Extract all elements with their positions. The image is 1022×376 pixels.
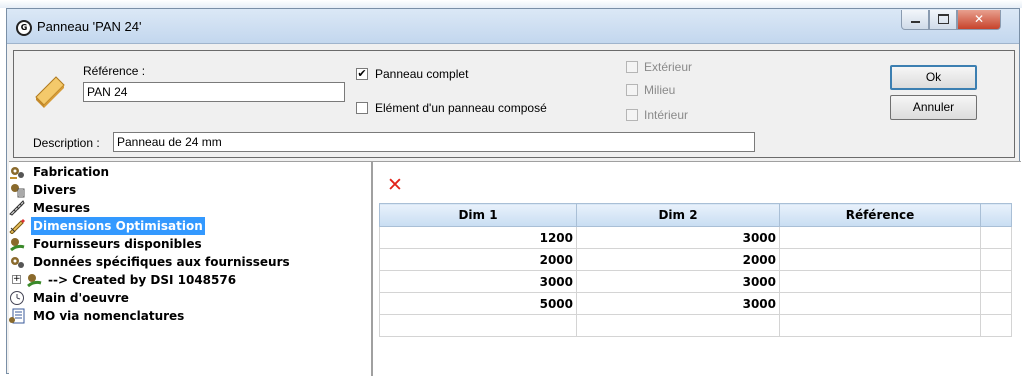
gears-icon [10,167,24,179]
tree-item-dimensions-optimisation[interactable]: Dimensions Optimisation [9,217,369,235]
exterieur-label: Extérieur [644,60,693,74]
tree-item-fabrication[interactable]: Fabrication [9,163,369,181]
cell-dim1[interactable]: 3000 [379,270,577,293]
cell-dim2[interactable]: 2000 [576,248,780,271]
app-icon: G [16,20,32,36]
column-header-dim1[interactable]: Dim 1 [379,203,577,227]
tree-item-label: Données spécifiques aux fournisseurs [33,255,290,269]
window-title: Panneau 'PAN 24' [37,19,142,34]
exterieur-checkbox[interactable] [626,61,638,73]
tree-item-label: Fournisseurs disponibles [33,237,202,251]
cell-reference[interactable] [779,248,981,271]
ruler-icon [9,200,25,216]
cell-dim1[interactable]: 1200 [379,226,577,249]
column-header-dim2[interactable]: Dim 2 [576,203,780,227]
minimize-icon [910,21,920,23]
background-window-strip [0,0,1022,8]
interieur-label: Intérieur [644,108,689,122]
cell-dim1[interactable]: 2000 [379,248,577,271]
title-bar: G Panneau 'PAN 24' ✕ [7,9,1019,44]
panneau-complet-label: Panneau complet [375,67,469,81]
table-row[interactable]: 1200 3000 [379,226,1012,249]
cell-dim1[interactable]: 5000 [379,292,577,315]
tree-item-label: Dimensions Optimisation [31,217,205,235]
tree-item-mesures[interactable]: Mesures [9,199,369,217]
tree-item-label: Main d'oeuvre [33,291,129,305]
description-label: Description : [33,136,100,150]
cell-dim2[interactable]: 3000 [576,292,780,315]
column-header-reference[interactable]: Référence [779,203,981,227]
close-icon: ✕ [973,12,985,26]
table-row[interactable]: 5000 3000 [379,292,1012,315]
grid-panel: ✕ Dim 1 Dim 2 Référence 1200 3000 2000 2… [373,161,1021,376]
reference-input[interactable]: PAN 24 [83,82,345,102]
tree-item-donnees-fournisseurs[interactable]: Données spécifiques aux fournisseurs [9,253,369,271]
gears-icon [11,257,24,268]
cell-extra [980,248,1012,271]
ok-button[interactable]: Ok [890,65,977,90]
header-form: Référence : PAN 24 ✔ Panneau complet Elé… [13,50,1015,158]
milieu-checkbox[interactable] [626,84,638,96]
reference-label: Référence : [83,64,146,78]
tree-item-main-oeuvre[interactable]: Main d'oeuvre [9,289,369,307]
cell-reference[interactable] [779,226,981,249]
maximize-button[interactable] [929,10,957,30]
tree-item-label: MO via nomenclatures [33,309,185,323]
column-header-extra [980,203,1012,227]
maximize-icon [937,14,949,24]
table-row[interactable]: 3000 3000 [379,270,1012,293]
table-row-new[interactable] [379,314,1012,337]
close-button[interactable]: ✕ [957,10,1001,30]
cell-extra [980,314,1012,337]
cell-dim2[interactable] [576,314,780,337]
delete-row-icon[interactable]: ✕ [387,175,403,195]
cell-reference[interactable] [779,292,981,315]
cell-reference[interactable] [779,270,981,293]
tree-item-created-by-dsi[interactable]: + --> Created by DSI 1048576 [12,271,369,289]
panneau-dialog: G Panneau 'PAN 24' ✕ Référence : PAN 24 … [6,8,1021,376]
table-row[interactable]: 2000 2000 [379,248,1012,271]
expand-icon[interactable]: + [12,275,21,284]
dimensions-grid: Dim 1 Dim 2 Référence 1200 3000 2000 200… [379,203,1012,337]
cell-dim2[interactable]: 3000 [576,270,780,293]
tree-item-fournisseurs-disponibles[interactable]: Fournisseurs disponibles [9,235,369,253]
cell-dim2[interactable]: 3000 [576,226,780,249]
tree-item-label: --> Created by DSI 1048576 [48,273,237,287]
tree-item-divers[interactable]: Divers [9,181,369,199]
supplier-icon [10,238,25,252]
tree-item-label: Fabrication [33,165,110,179]
element-compose-label: Elément d'un panneau composé [375,101,547,115]
cancel-button[interactable]: Annuler [890,95,977,120]
list-icon [9,308,25,324]
cell-extra [980,270,1012,293]
minimize-button[interactable] [901,10,929,30]
cell-extra [980,226,1012,249]
tree-item-label: Mesures [33,201,90,215]
interieur-checkbox[interactable] [626,109,638,121]
tree-item-label: Divers [33,183,77,197]
pencil-ruler-icon [9,219,25,234]
panneau-complet-checkbox[interactable]: ✔ [356,68,368,80]
description-input[interactable]: Panneau de 24 mm [113,132,755,152]
cell-dim1[interactable] [379,314,577,337]
gears-list-icon [11,184,25,198]
cell-extra [980,292,1012,315]
panel-icon [35,76,65,108]
grid-header-row: Dim 1 Dim 2 Référence [379,203,1012,227]
milieu-label: Milieu [644,83,676,97]
category-tree: Fabrication Divers Mesures Dimensions Op… [9,161,373,376]
supplier-icon [27,274,42,288]
cell-reference[interactable] [779,314,981,337]
element-compose-checkbox[interactable] [356,102,368,114]
clock-icon [10,291,24,305]
tree-item-mo-nomenclatures[interactable]: MO via nomenclatures [9,307,369,325]
